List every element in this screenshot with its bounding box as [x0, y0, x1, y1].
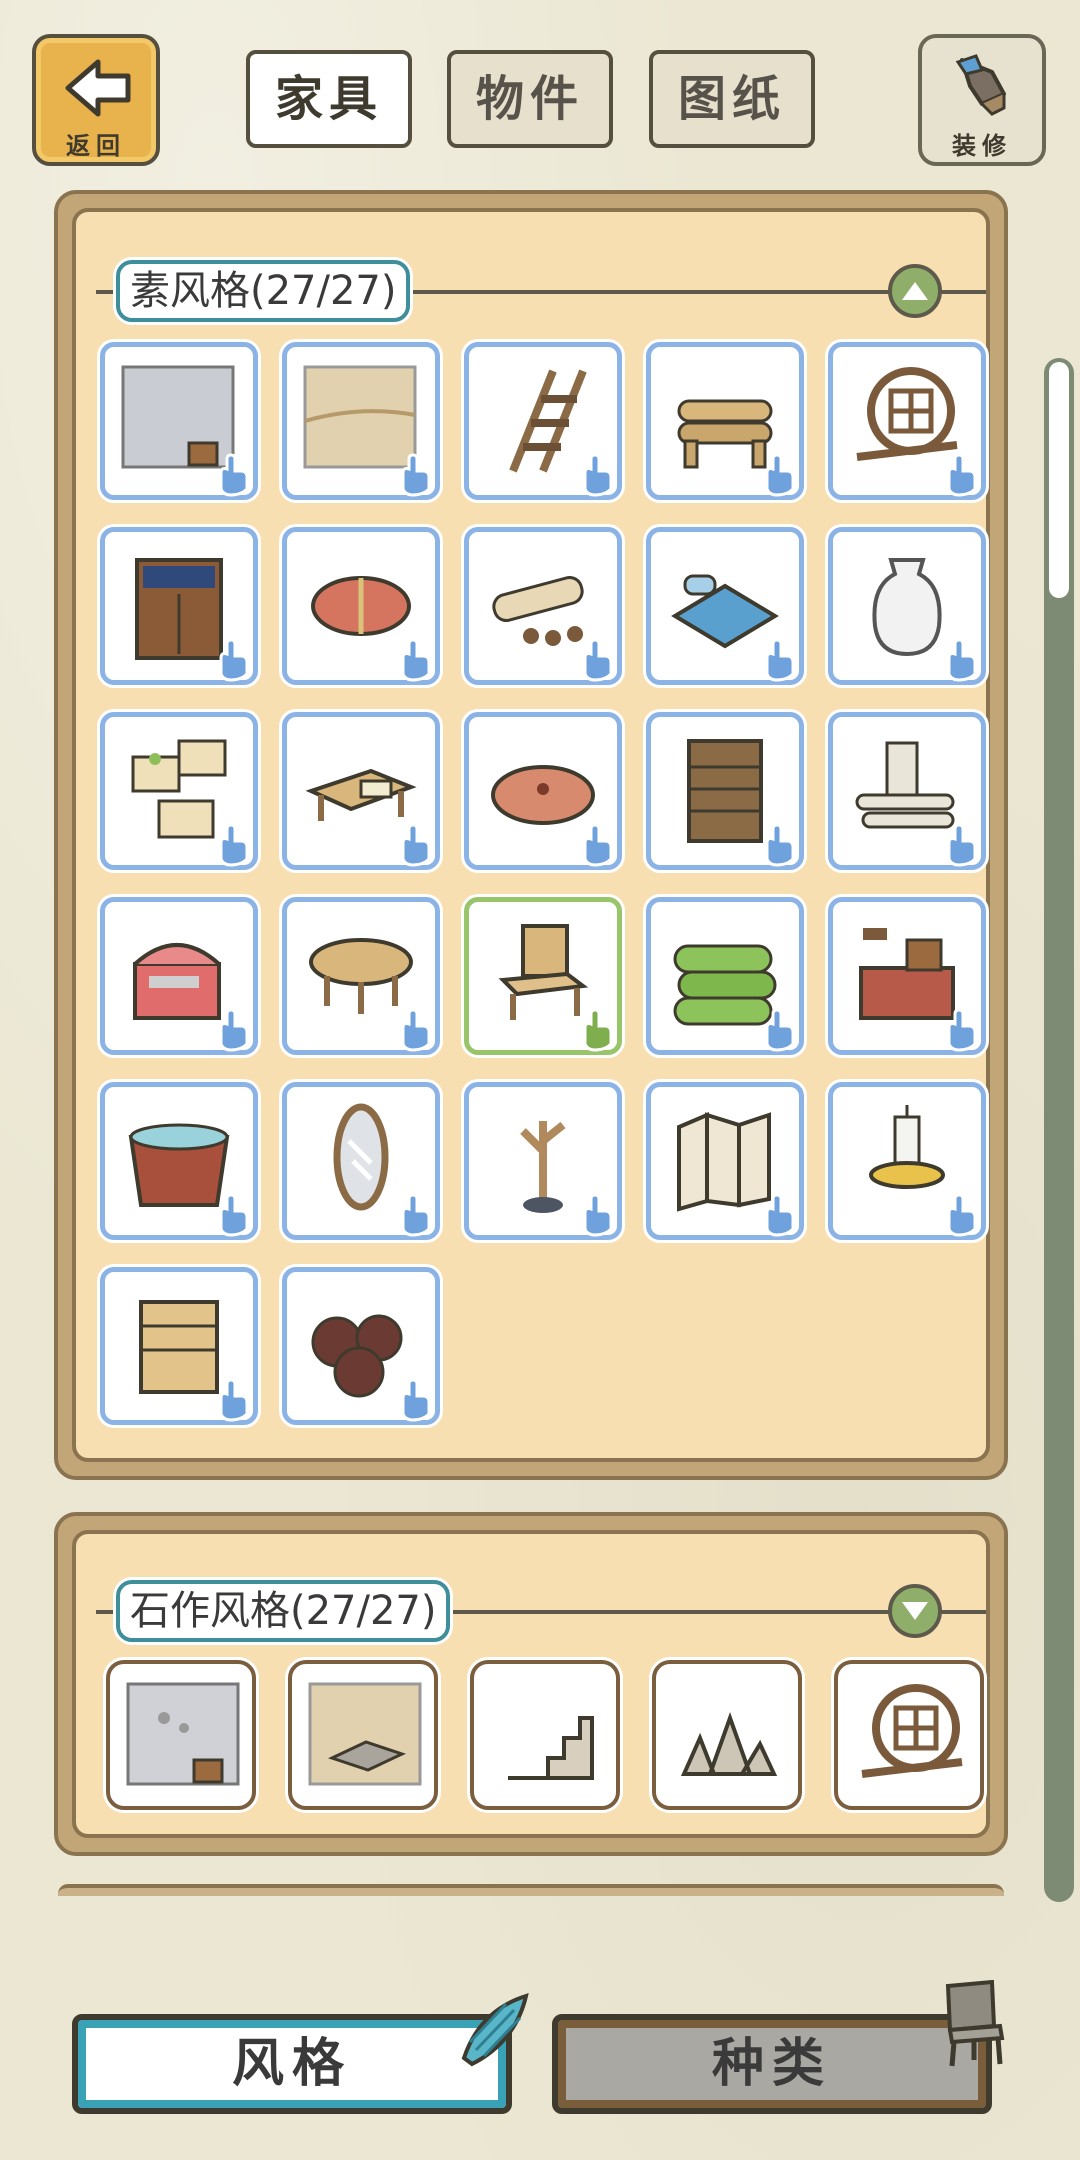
paintbrush-icon [955, 54, 1006, 116]
category-button[interactable]: 种类 [552, 2014, 992, 2114]
furniture-item[interactable] [464, 527, 622, 685]
section-title: 石作风格(27/27) [116, 1580, 451, 1642]
tap-hand-icon [583, 638, 613, 682]
furniture-item[interactable] [100, 1267, 258, 1425]
furniture-item[interactable] [100, 712, 258, 870]
rock-pile-icon [680, 1712, 778, 1776]
tap-hand-icon [947, 823, 977, 867]
furniture-item[interactable] [288, 1660, 438, 1810]
furniture-item[interactable] [464, 897, 622, 1055]
stone-steps-icon [508, 1716, 594, 1780]
section-panel-inner: 石作风格(27/27) [72, 1530, 990, 1838]
tap-hand-icon [219, 1008, 249, 1052]
scrollbar-thumb[interactable] [1049, 362, 1069, 598]
green-paw-icon [583, 1008, 613, 1052]
furniture-item[interactable] [282, 1082, 440, 1240]
furniture-item[interactable] [646, 712, 804, 870]
tap-hand-icon [583, 823, 613, 867]
expand-toggle[interactable] [888, 1584, 942, 1638]
furniture-item[interactable] [282, 897, 440, 1055]
tap-hand-icon [947, 453, 977, 497]
decorate-label: 装修 [952, 132, 1012, 160]
tap-hand-icon [401, 1378, 431, 1422]
furniture-item[interactable] [282, 1267, 440, 1425]
tap-hand-icon [401, 1193, 431, 1237]
stone-wallpaper-icon [126, 1682, 240, 1786]
furniture-item[interactable] [828, 527, 986, 685]
tap-hand-icon [401, 823, 431, 867]
furniture-item[interactable] [828, 342, 986, 500]
tap-hand-icon [765, 1008, 795, 1052]
furniture-item[interactable] [100, 1082, 258, 1240]
tap-hand-icon [219, 1378, 249, 1422]
furniture-item[interactable] [646, 897, 804, 1055]
furniture-item[interactable] [470, 1660, 620, 1810]
style-button[interactable]: 风格 [72, 2014, 512, 2114]
tab-objects[interactable]: 物件 [447, 50, 613, 148]
shell-icon [461, 1993, 529, 2067]
tap-hand-icon [765, 638, 795, 682]
furniture-item[interactable] [646, 342, 804, 500]
furniture-item[interactable] [100, 527, 258, 685]
tab-blueprints[interactable]: 图纸 [649, 50, 815, 148]
tap-hand-icon [583, 453, 613, 497]
furniture-item[interactable] [100, 897, 258, 1055]
section-panel-inner: 素风格(27/27) [72, 208, 990, 1462]
back-button[interactable]: 返回 [32, 34, 160, 166]
tap-hand-icon [765, 1193, 795, 1237]
tap-hand-icon [947, 1008, 977, 1052]
section-panel-plain: 素风格(27/27) [54, 190, 1008, 1480]
tap-hand-icon [765, 453, 795, 497]
furniture-item[interactable] [652, 1660, 802, 1810]
furniture-item[interactable] [464, 342, 622, 500]
decorate-button[interactable]: 装修 [918, 34, 1046, 166]
tap-hand-icon [765, 823, 795, 867]
tab-furniture[interactable]: 家具 [246, 50, 412, 148]
furniture-item[interactable] [834, 1660, 984, 1810]
tap-hand-icon [401, 1008, 431, 1052]
furniture-item[interactable] [828, 712, 986, 870]
furniture-item[interactable] [282, 342, 440, 500]
next-section-edge [58, 1884, 1004, 1896]
round-lattice-window-icon [861, 1684, 963, 1778]
furniture-item[interactable] [106, 1660, 256, 1810]
stone-floor-icon [308, 1682, 422, 1786]
furniture-item[interactable] [282, 712, 440, 870]
furniture-item[interactable] [828, 897, 986, 1055]
tap-hand-icon [219, 1193, 249, 1237]
tap-hand-icon [401, 453, 431, 497]
tap-hand-icon [583, 1193, 613, 1237]
tap-hand-icon [947, 1193, 977, 1237]
tap-hand-icon [219, 638, 249, 682]
collapse-toggle[interactable] [888, 264, 942, 318]
furniture-item[interactable] [828, 1082, 986, 1240]
back-arrow-icon [65, 59, 131, 117]
furniture-item[interactable] [464, 1082, 622, 1240]
chair-icon [945, 1980, 1005, 2067]
furniture-item[interactable] [282, 527, 440, 685]
section-title: 素风格(27/27) [116, 260, 411, 322]
tap-hand-icon [947, 638, 977, 682]
tap-hand-icon [219, 453, 249, 497]
furniture-item[interactable] [646, 527, 804, 685]
chevron-down-icon [902, 1602, 928, 1620]
back-label: 返回 [66, 132, 126, 160]
chevron-up-icon [902, 282, 928, 300]
section-panel-stone: 石作风格(27/27) [54, 1512, 1008, 1856]
tap-hand-icon [401, 638, 431, 682]
furniture-item[interactable] [646, 1082, 804, 1240]
furniture-item[interactable] [464, 712, 622, 870]
furniture-item[interactable] [100, 342, 258, 500]
tap-hand-icon [219, 823, 249, 867]
